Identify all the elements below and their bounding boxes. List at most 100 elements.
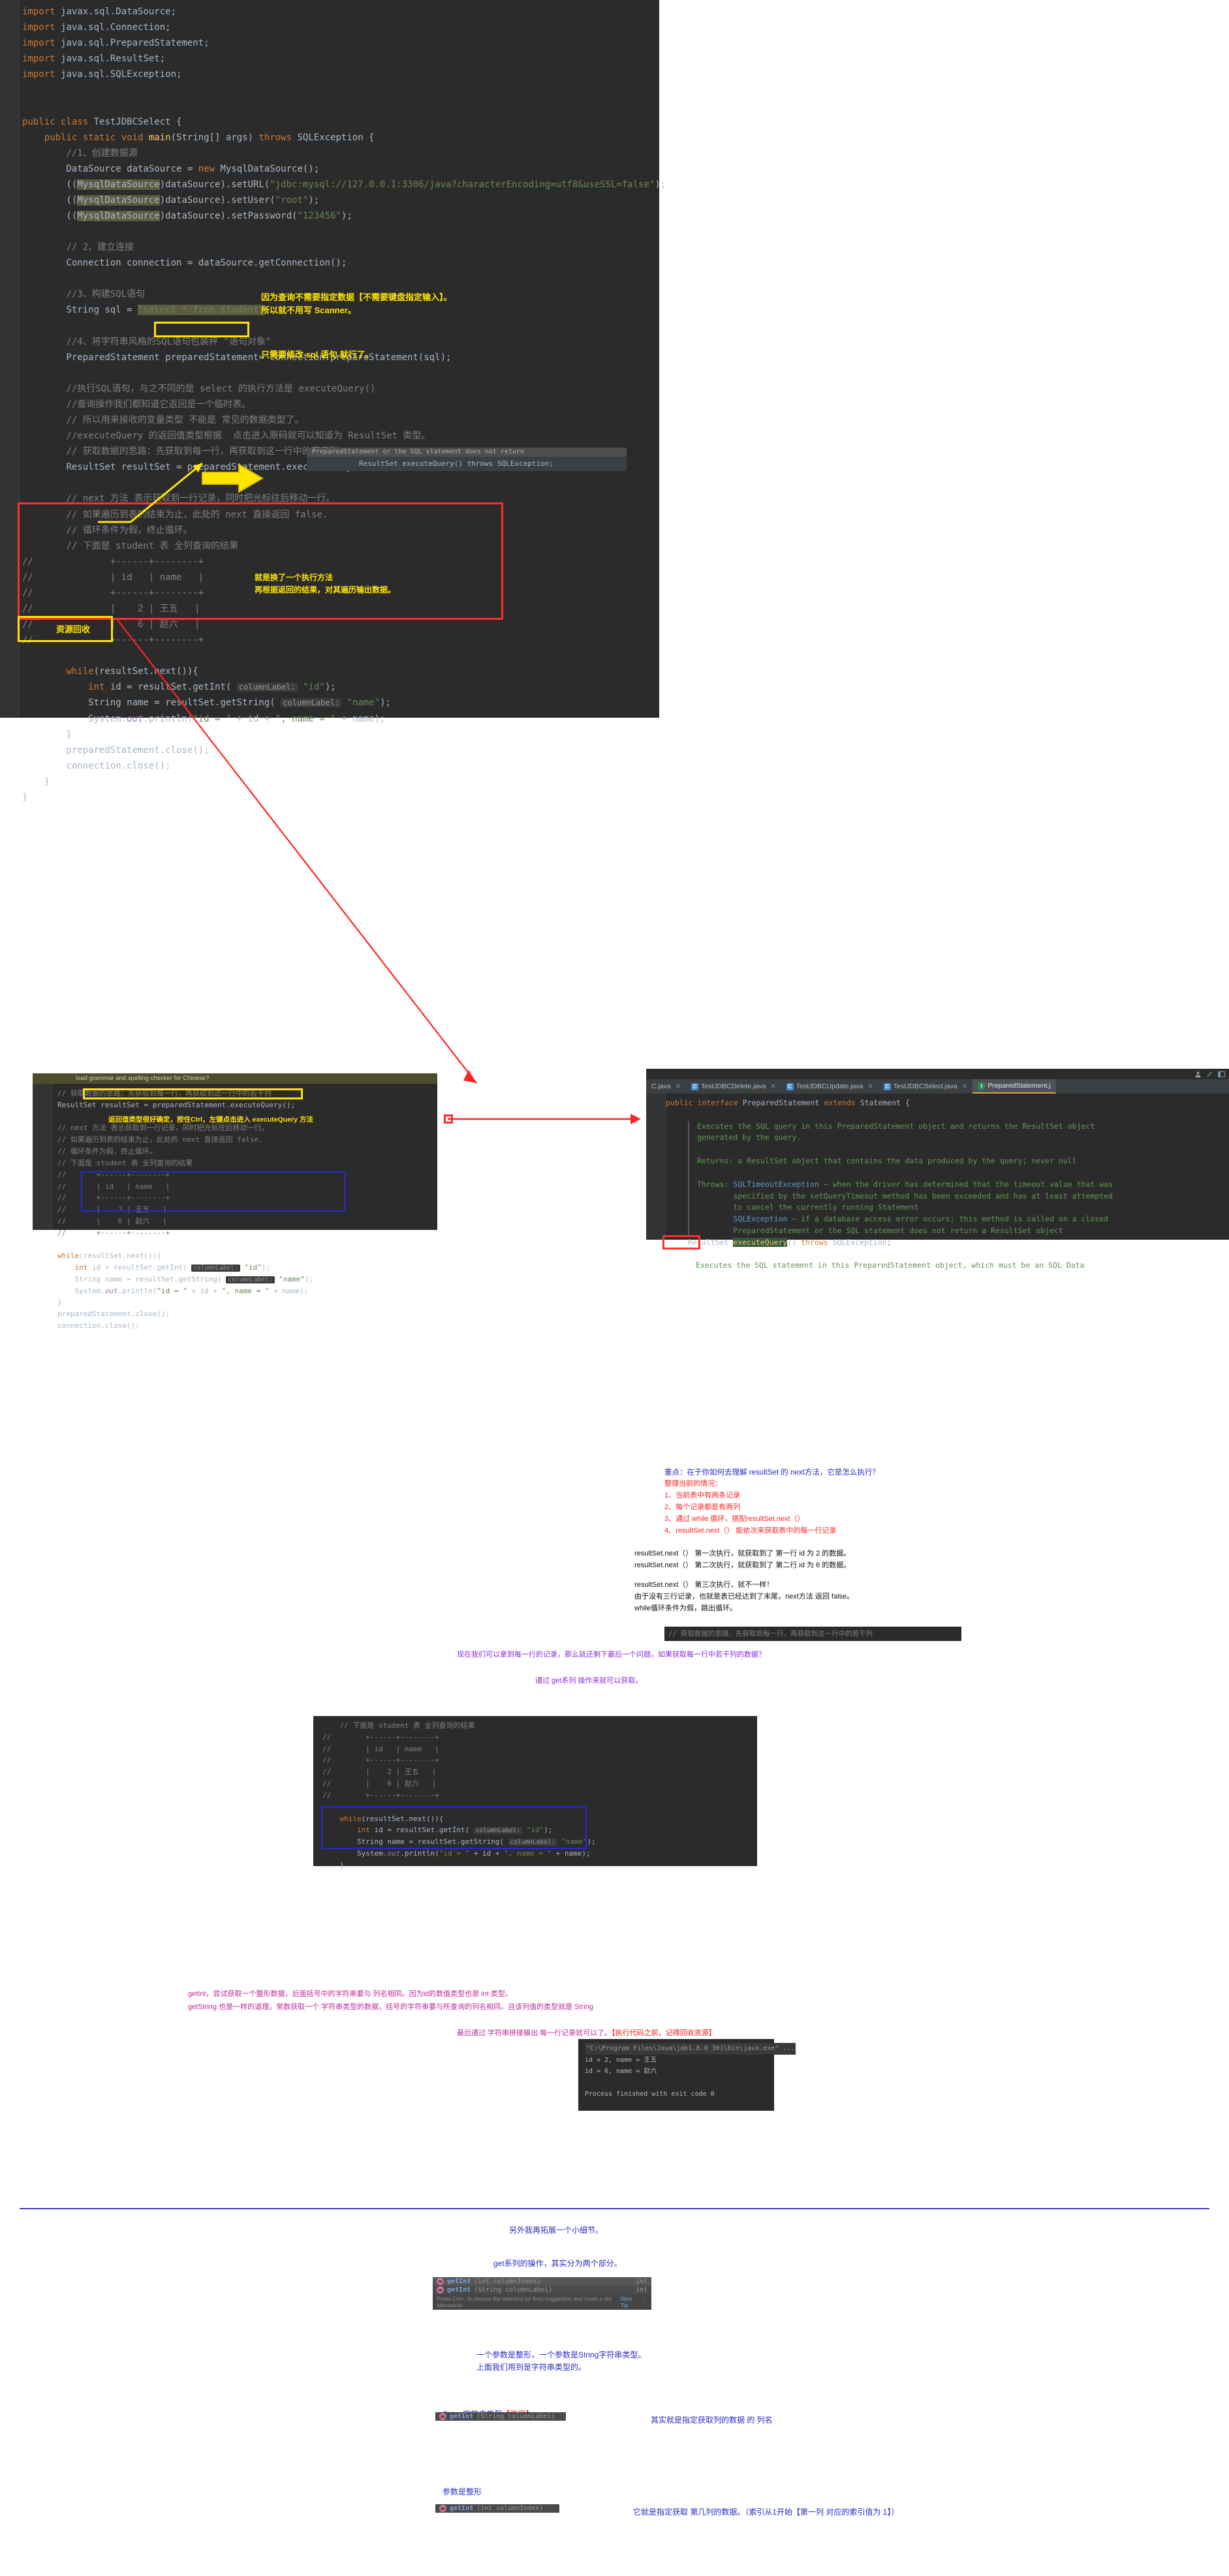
javadoc-line: Executes the SQL query in this PreparedS…	[697, 1121, 1095, 1131]
javadoc-line: Executes the SQL statement in this Prepa…	[696, 1261, 1085, 1270]
method-icon: m	[437, 2286, 444, 2293]
explain-title: 重点：在于你如何去理解 resultSet 的 next方法，它是怎么执行？	[664, 1469, 880, 1477]
explain-detail-2: resultSet.next（） 第二次执行，就获取到了 第二行 id 为 6 …	[634, 1561, 851, 1569]
code-line: // 下面是 student 表 全列查询的结果	[339, 1721, 475, 1730]
autocomplete-row[interactable]: m getInt (int columnIndex)	[435, 2504, 559, 2513]
console-line: Process finished with exit code 0	[585, 2091, 715, 2098]
code-line: // 所以用来接收的变量类型 不能是 常见的数据类型了。	[66, 415, 304, 426]
autocomplete-method-args: (int columnIndex)	[476, 2505, 544, 2512]
autocomplete-footer-text: Press Ctrl+. to choose the selected (or …	[437, 2295, 612, 2308]
javadoc-line: PreparedStatement or the SQL statement d…	[697, 1225, 1063, 1235]
getint-explain-3-red: 【执行代码之前，记得回收资源】	[612, 2029, 716, 2037]
signature-popup-text: ResultSet executeQuery() throws SQLExcep…	[359, 459, 554, 468]
console-cmdline: "C:\Program Files\Java\jdk1.8.0_301\bin\…	[585, 2043, 796, 2055]
autocomplete-popup-getint[interactable]: m getInt (int columnIndex) int m getInt …	[433, 2277, 651, 2310]
code-line: System.out.println("id = " + id + ", nam…	[57, 1286, 309, 1295]
autocomplete-method-name: getInt	[450, 2413, 474, 2420]
autocomplete-method-name: getInt	[447, 2286, 471, 2293]
code-line: // +------+--------+	[322, 1756, 439, 1765]
kebab-menu-icon[interactable]: ⋮	[642, 2299, 647, 2306]
code-line-signature: ResultSet executeQuery() throws SQLExcep…	[688, 1237, 892, 1247]
explain-answer: 通过 get系列 操作来就可以获取。	[535, 1677, 643, 1685]
getint-explain-1: getInt，尝试获取一个整形数据，后面括号中的字符串要与 列名相同。因为id的…	[188, 1990, 512, 1998]
panel2-while-box	[81, 1171, 345, 1212]
sql-highlight-box	[154, 322, 249, 337]
code-line: DataSource dataSource = new MysqlDataSou…	[22, 163, 320, 174]
code-line: preparedStatement.close();	[57, 1310, 170, 1319]
code-line: import java.sql.ResultSet;	[22, 54, 166, 65]
code-line: import javax.sql.DataSource;	[22, 7, 177, 17]
code-line: public class TestJDBCSelect {	[22, 116, 182, 127]
bottom-heading-1: 另外我再拓展一个小细节。	[509, 2226, 604, 2235]
code-line: ((MysqlDataSource)dataSource).setPasswor…	[22, 211, 352, 222]
red-connector-line-1	[117, 619, 477, 1084]
signature-tooltip-text: PreparedStatement or the SQL statement d…	[312, 448, 525, 455]
comment-strip: // 获取数据的思路：先获取到每一行，再获取到这一行中的若干列	[664, 1627, 961, 1641]
autocomplete-popup-getint-index[interactable]: m getInt (int columnIndex)	[435, 2504, 559, 2513]
explain-point-3: 3、通过 while 循环，搭配resultSet.next（）	[664, 1515, 805, 1523]
autocomplete-method-name: getInt	[450, 2505, 474, 2512]
next-tip-link[interactable]: Next Tip	[621, 2295, 639, 2308]
explain-detail2-1: resultSet.next（） 第三次执行，就不一样！	[634, 1581, 774, 1589]
code-line: import java.sql.PreparedStatement;	[22, 38, 210, 49]
code-line: connection.close();	[57, 1321, 140, 1330]
autocomplete-footer: Press Ctrl+. to choose the selected (or …	[433, 2294, 651, 2310]
code-line: import java.sql.SQLException;	[22, 69, 182, 80]
code-line: // 循环条件为假，终止循环。	[57, 1147, 157, 1156]
code-line: int id = resultSet.getInt( columnLabel: …	[74, 1263, 270, 1272]
panel2-comment-box	[83, 1088, 303, 1099]
autocomplete-return-type: int	[635, 2278, 647, 2285]
note-scanner: 因为查询不需要指定数据【不需要键盘指定输入】。 所以就不用写 Scanner。	[261, 292, 452, 316]
code-line: while(resultSet.next()){	[57, 1251, 161, 1261]
autocomplete-row[interactable]: m getInt (int columnIndex) int	[433, 2277, 651, 2286]
code-line: // +------+--------+	[57, 1228, 170, 1237]
code-line: public static void main(String[] args) t…	[44, 132, 375, 143]
note-method: 就是换了一个执行方法 再根据返回的结果，对其遍历输出数据。	[255, 573, 396, 594]
code-line: }	[57, 1298, 62, 1307]
preparedstatement-source-viewer[interactable]: C.java ✕ C TestJDBCDelete.java ✕ C TestJ…	[646, 1069, 1229, 1270]
autocomplete-row[interactable]: m getInt (String columnLabel) int	[433, 2286, 651, 2294]
code-line: //4、将字符串风格的SQL语句包装秤 "语句对象"	[66, 336, 272, 347]
getint-explain-2: getString 也是一样的道理。常数获取一个 字符串类型的数据，括号的字符串…	[188, 2003, 593, 2011]
autocomplete-method-name: getInt	[447, 2278, 471, 2285]
code-line: //查询操作我们都知道它返回是一个临时表。	[66, 399, 251, 410]
code-line: Connection connection = dataSource.getCo…	[22, 258, 347, 269]
signature-popup: ResultSet executeQuery() throws SQLExcep…	[307, 457, 627, 471]
explain-point-2: 2、每个记录都是有两列	[664, 1503, 741, 1511]
code-line: // 下面是 student 表 全列查询的结果	[57, 1158, 193, 1167]
signature-tooltip: PreparedStatement or the SQL statement d…	[307, 448, 627, 457]
code-line: String name = resultSet.getString( colum…	[57, 1275, 314, 1283]
console-line: id = 2, name = 王五	[585, 2056, 657, 2064]
bottom-caption-2: 其实就是指定获取列的数据 的 列名	[651, 2415, 773, 2425]
autocomplete-popup-getint-string[interactable]: m getInt (String columnLabel)	[435, 2412, 566, 2421]
editor-gutter-2	[33, 1084, 52, 1230]
console-line: id = 6, name = 赵六	[585, 2068, 657, 2075]
bottom-caption-1: 一个参数是整形，一个参数是String字符串类型。 上面我们用到是字符串类型的。	[476, 2350, 646, 2372]
autocomplete-row[interactable]: m getInt (String columnLabel)	[435, 2412, 566, 2421]
console-cmdline-text: "C:\Program Files\Java\jdk1.8.0_301\bin\…	[585, 2043, 796, 2055]
explain-subtitle: 整理当前的情况：	[664, 1480, 722, 1488]
resultset-highlight-box	[18, 502, 503, 620]
method-icon: m	[437, 2278, 444, 2285]
bottom-caption-3: 它就是指定获取 第几列的数据。（索引从1开始【第一列 对应的索引值为 1】）	[633, 2507, 899, 2517]
code-line: System.out.println("id = " + id + ", nam…	[322, 1848, 591, 1858]
explain-detail-1: resultSet.next（） 第一次执行，就获取到了 第一行 id 为 2 …	[634, 1550, 851, 1557]
javadoc-line: SQLException – if a database access erro…	[733, 1214, 1109, 1224]
code-line: ((MysqlDataSource)dataSource).setUser("r…	[22, 194, 320, 206]
screenshot-root: import javax.sql.DataSource; import java…	[0, 0, 1229, 2576]
note-onlysql: 只需要修改 sql 语句 就行了。	[261, 350, 374, 360]
bottom-label-int: 参数是整形	[443, 2487, 482, 2496]
code-line: //executeQuery 的返回值类型根据 点击进入原码就可以知道为 Res…	[66, 431, 431, 442]
code-line: import java.sql.Connection;	[22, 22, 171, 33]
explain-question: 现在我们可以拿到每一行的记录，那么就还剩下最后一个问题，如果获取每一行中若干列的…	[457, 1651, 766, 1659]
explain-point-4: 4、resultSet.next（） 能依次来获取表中的每一行记录	[664, 1527, 837, 1535]
autocomplete-return-type: int	[635, 2286, 647, 2293]
code-line: ResultSet resultSet = preparedStatement.…	[57, 1100, 296, 1109]
javadoc-block: Executes the SQL query in this PreparedS…	[688, 1120, 1229, 1237]
